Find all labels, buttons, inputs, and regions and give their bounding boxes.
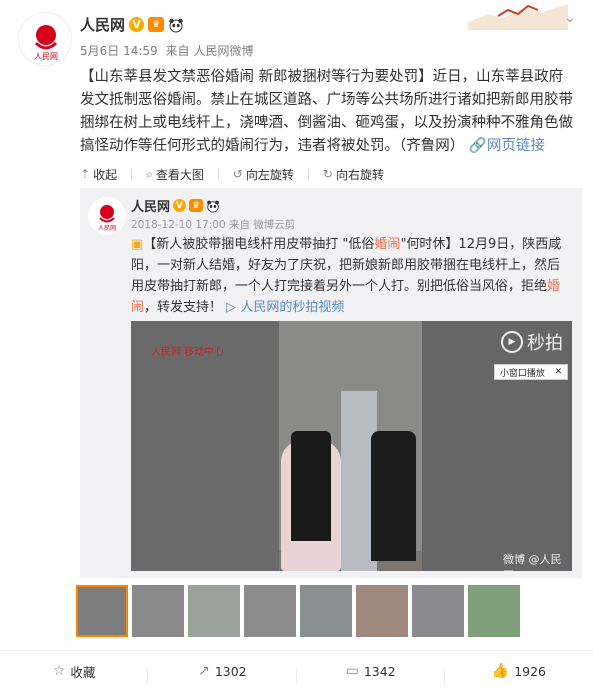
video-watermark: 微博 @人民网 — [503, 553, 562, 571]
video-person — [371, 431, 416, 561]
repost-highlight-1[interactable]: 婚闹 — [374, 237, 400, 252]
star-icon: ☆ — [52, 663, 66, 679]
footer-divider — [0, 650, 593, 651]
rotate-right-button[interactable]: ↻ 向右旋转 — [323, 166, 384, 183]
media-toolbar: ⇡ 收起 ⌕ 查看大图 ↺ 向左旋转 ↻ 向右旋转 — [80, 163, 582, 185]
toolbar-divider — [131, 168, 133, 180]
repost-author-avatar[interactable]: 人民网 — [88, 197, 126, 235]
source-prefix: 来自 — [165, 44, 190, 58]
repost-author-name[interactable]: 人民网 — [131, 196, 170, 215]
thumbs-up-icon: 👍 — [491, 663, 510, 679]
verified-icon: V — [129, 17, 145, 32]
thumbnail[interactable] — [132, 585, 184, 637]
repost-text-c: ，转发支持！ — [144, 300, 223, 315]
post-text: 【山东莘县发文禁恶俗婚闹 新郎被捆树等行为要处罚】近日，山东莘县政府发文抵制恶俗… — [80, 66, 576, 158]
author-name-row: 人民网 V ♛ — [80, 14, 184, 35]
thumbnail[interactable] — [412, 585, 464, 637]
web-link[interactable]: 🔗网页链接 — [469, 138, 545, 154]
reposted-weibo[interactable]: 人民网 人民网 V ♛ 2018-12-10 17:00 来自 微博云剪 ▣【新… — [80, 188, 582, 578]
video-link[interactable]: ▷ 人民网的秒拍视频 — [226, 300, 344, 315]
svg-text:人民网: 人民网 — [98, 225, 116, 232]
repost-text: ▣【新人被胶带捆电线杆用皮带抽打 "低俗婚闹"何时休】12月9日，陕西咸阳，一对… — [131, 234, 571, 318]
author-avatar[interactable]: 人民网 — [18, 12, 72, 66]
author-name[interactable]: 人民网 — [80, 14, 125, 35]
rotate-left-icon: ↺ — [232, 167, 243, 181]
post-date[interactable]: 5月6日 14:59 — [80, 44, 158, 58]
post-meta: 5月6日 14:59 来自 人民网微博 — [80, 42, 258, 59]
repost-count: 1302 — [214, 663, 247, 679]
collapse-icon: ⇡ — [80, 167, 91, 181]
repost-button[interactable]: ↗ 1302 — [148, 663, 297, 685]
repost-source[interactable]: 微博云剪 — [253, 219, 295, 231]
pip-button[interactable]: 小窗口播放 ✕ — [494, 364, 568, 380]
vip-member-icon[interactable]: ♛ — [148, 17, 165, 32]
like-button[interactable]: 👍 1926 — [445, 663, 593, 679]
panda-icon[interactable] — [206, 199, 220, 213]
repost-icon: ↗ — [198, 663, 210, 679]
toolbar-divider — [217, 168, 219, 180]
miaopai-label: 秒拍 — [527, 333, 563, 354]
view-large-label: 查看大图 — [155, 167, 204, 182]
video-corner-logo: 人民网 移动中心 — [151, 347, 225, 358]
video-link-label: 人民网的秒拍视频 — [240, 300, 345, 315]
post-source[interactable]: 人民网微博 — [194, 44, 254, 58]
comment-count: 1342 — [363, 663, 396, 679]
comment-icon: ▭ — [345, 663, 359, 679]
repost-meta: 2018-12-10 17:00 来自 微博云剪 — [131, 217, 295, 232]
video-player[interactable]: 人民网 移动中心 ▶秒拍 小窗口播放 ✕ 微博 @人民网 — [131, 321, 572, 571]
zoom-icon: ⌕ — [146, 166, 153, 181]
svg-text:人民网: 人民网 — [34, 52, 58, 61]
repost-source-prefix: 来自 — [228, 219, 250, 231]
miaopai-brand: ▶ 秒拍 — [501, 329, 563, 355]
thumbnail[interactable] — [244, 585, 296, 637]
video-blur-left — [131, 321, 279, 571]
favorite-button[interactable]: ☆ 收藏 — [0, 662, 149, 684]
weibo-post-card: 人民网 人民网 V ♛ 5月6日 14:59 来自 人民网微博 ⌄ 【山东莘县发文… — [0, 0, 593, 691]
repost-text-a: 【新人被胶带捆电线杆用皮带抽打 "低俗 — [143, 237, 375, 252]
post-title: 【山东莘县发文禁恶俗婚闹 新郎被捆树等行为要处罚】 — [80, 69, 433, 85]
toolbar-divider — [307, 168, 309, 180]
view-large-button[interactable]: ⌕ 查看大图 — [146, 166, 204, 183]
thumbnail[interactable] — [188, 585, 240, 637]
comment-button[interactable]: ▭ 1342 — [297, 663, 445, 685]
web-link-label: 网页链接 — [486, 138, 545, 154]
rotate-left-button[interactable]: ↺ 向左旋转 — [233, 166, 294, 183]
thumbnail[interactable] — [76, 585, 128, 637]
news-icon: ▣ — [131, 237, 144, 252]
vip-member-icon[interactable]: ♛ — [189, 199, 204, 212]
like-count: 1926 — [514, 663, 546, 679]
thumbnail[interactable] — [300, 585, 352, 637]
rotate-left-label: 向左旋转 — [245, 167, 294, 182]
more-options-chevron-icon[interactable]: ⌄ — [564, 10, 576, 26]
video-person — [291, 431, 331, 541]
great-wall-banner-icon — [468, 4, 568, 30]
repost-date[interactable]: 2018-12-10 17:00 — [131, 219, 226, 231]
favorite-label: 收藏 — [70, 664, 96, 680]
repost-author-row: 人民网 V ♛ — [131, 196, 220, 215]
rotate-right-label: 向右旋转 — [335, 167, 384, 182]
panda-icon[interactable] — [168, 17, 184, 33]
video-blur-right — [422, 321, 572, 571]
miaopai-play-icon: ▶ — [501, 331, 523, 353]
thumbnail[interactable] — [468, 585, 520, 637]
action-bar: ☆ 收藏 ↗ 1302 ▭ 1342 👍 1926 — [0, 656, 593, 686]
thumbnail-strip — [76, 585, 520, 637]
verified-icon: V — [173, 199, 187, 212]
pip-close-icon[interactable]: ✕ — [555, 367, 563, 377]
pip-label: 小窗口播放 — [499, 368, 545, 379]
thumbnail[interactable] — [356, 585, 408, 637]
collapse-label: 收起 — [93, 167, 118, 182]
collapse-button[interactable]: ⇡ 收起 — [80, 166, 117, 183]
rotate-right-icon: ↻ — [322, 167, 333, 181]
